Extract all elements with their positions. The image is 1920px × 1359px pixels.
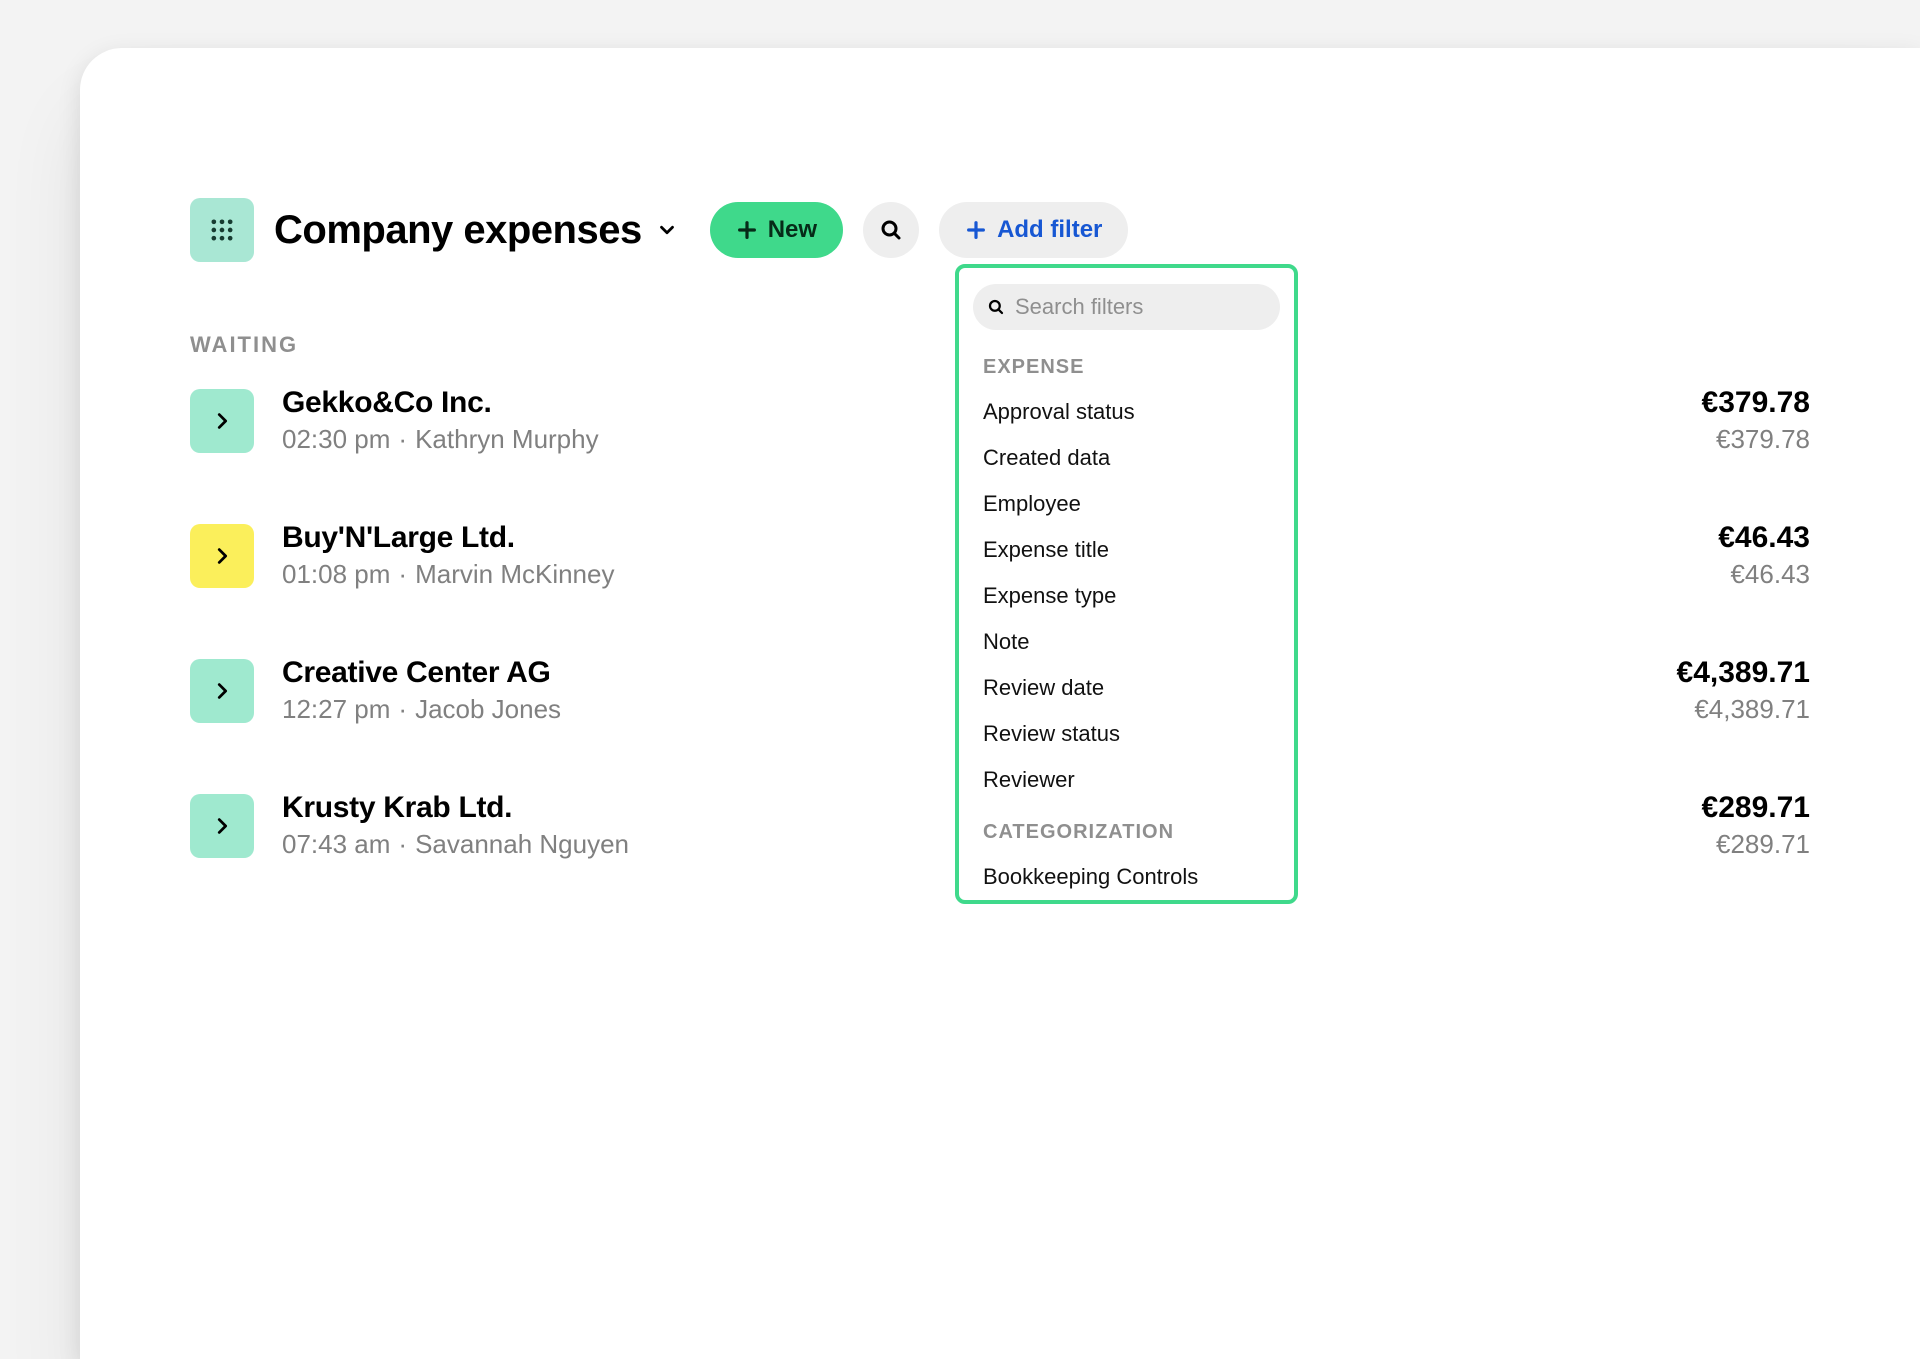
filter-search[interactable] bbox=[973, 284, 1280, 330]
expense-amount: €46.43 bbox=[1718, 521, 1810, 555]
filter-option[interactable]: Expense type bbox=[973, 573, 1278, 619]
expense-time: 12:27 pm bbox=[282, 694, 390, 724]
chevron-down-icon bbox=[656, 219, 678, 241]
expense-person: Jacob Jones bbox=[415, 694, 561, 724]
plus-icon bbox=[736, 219, 758, 241]
search-icon bbox=[879, 218, 903, 242]
app-grid-icon[interactable] bbox=[190, 198, 254, 262]
separator-dot: · bbox=[390, 694, 415, 724]
new-button[interactable]: New bbox=[710, 202, 843, 258]
page-title: Company expenses bbox=[274, 208, 642, 253]
filter-option[interactable]: Reviewer bbox=[973, 757, 1278, 803]
filter-popover: EXPENSE Approval statusCreated dataEmploy… bbox=[955, 264, 1298, 904]
grid-icon bbox=[208, 216, 236, 244]
filter-option[interactable]: Expense title bbox=[973, 527, 1278, 573]
expense-row-icon bbox=[190, 659, 254, 723]
expense-amount: €379.78 bbox=[1702, 386, 1810, 420]
page-title-dropdown[interactable]: Company expenses bbox=[274, 208, 678, 253]
expense-time: 02:30 pm bbox=[282, 424, 390, 454]
expense-time: 01:08 pm bbox=[282, 559, 390, 589]
filter-option[interactable]: Review status bbox=[973, 711, 1278, 757]
filter-popover-scroll[interactable]: EXPENSE Approval statusCreated dataEmploy… bbox=[973, 338, 1288, 890]
app-shell: Company expenses New Add filter WAITING bbox=[80, 48, 1920, 1359]
add-filter-button[interactable]: Add filter bbox=[939, 202, 1128, 258]
filter-option[interactable]: Approval status bbox=[973, 389, 1278, 435]
new-button-label: New bbox=[768, 216, 817, 244]
separator-dot: · bbox=[390, 829, 415, 859]
expense-person: Kathryn Murphy bbox=[415, 424, 599, 454]
filter-group-label: EXPENSE bbox=[983, 356, 1278, 379]
expense-sub-amount: €379.78 bbox=[1702, 424, 1810, 455]
filter-group-label: CATEGORIZATION bbox=[983, 821, 1278, 844]
expense-amounts: €4,389.71 €4,389.71 bbox=[1677, 656, 1810, 725]
chevron-right-icon bbox=[211, 410, 233, 432]
expense-row-icon bbox=[190, 389, 254, 453]
expense-sub-amount: €46.43 bbox=[1718, 559, 1810, 590]
plus-icon bbox=[965, 219, 987, 241]
separator-dot: · bbox=[390, 424, 415, 454]
expense-row-icon bbox=[190, 524, 254, 588]
expense-amounts: €379.78 €379.78 bbox=[1702, 386, 1810, 455]
filter-option[interactable]: Note bbox=[973, 619, 1278, 665]
add-filter-label: Add filter bbox=[997, 216, 1102, 244]
chevron-right-icon bbox=[211, 680, 233, 702]
expense-person: Marvin McKinney bbox=[415, 559, 614, 589]
expense-time: 07:43 am bbox=[282, 829, 390, 859]
filter-option[interactable]: Employee bbox=[973, 481, 1278, 527]
page-header: Company expenses New Add filter bbox=[190, 198, 1810, 262]
separator-dot: · bbox=[390, 559, 415, 589]
filter-search-input[interactable] bbox=[1015, 294, 1298, 320]
expense-sub-amount: €289.71 bbox=[1702, 829, 1810, 860]
expense-amount: €289.71 bbox=[1702, 791, 1810, 825]
expense-row-icon bbox=[190, 794, 254, 858]
filter-option[interactable]: Created data bbox=[973, 435, 1278, 481]
chevron-right-icon bbox=[211, 545, 233, 567]
expense-amounts: €289.71 €289.71 bbox=[1702, 791, 1810, 860]
filter-option[interactable]: Bookkeeping Controls bbox=[973, 854, 1278, 890]
search-icon bbox=[987, 298, 1005, 316]
expense-sub-amount: €4,389.71 bbox=[1677, 694, 1810, 725]
chevron-right-icon bbox=[211, 815, 233, 837]
search-button[interactable] bbox=[863, 202, 919, 258]
filter-option[interactable]: Review date bbox=[973, 665, 1278, 711]
expense-person: Savannah Nguyen bbox=[415, 829, 629, 859]
expense-amounts: €46.43 €46.43 bbox=[1718, 521, 1810, 590]
expense-amount: €4,389.71 bbox=[1677, 656, 1810, 690]
